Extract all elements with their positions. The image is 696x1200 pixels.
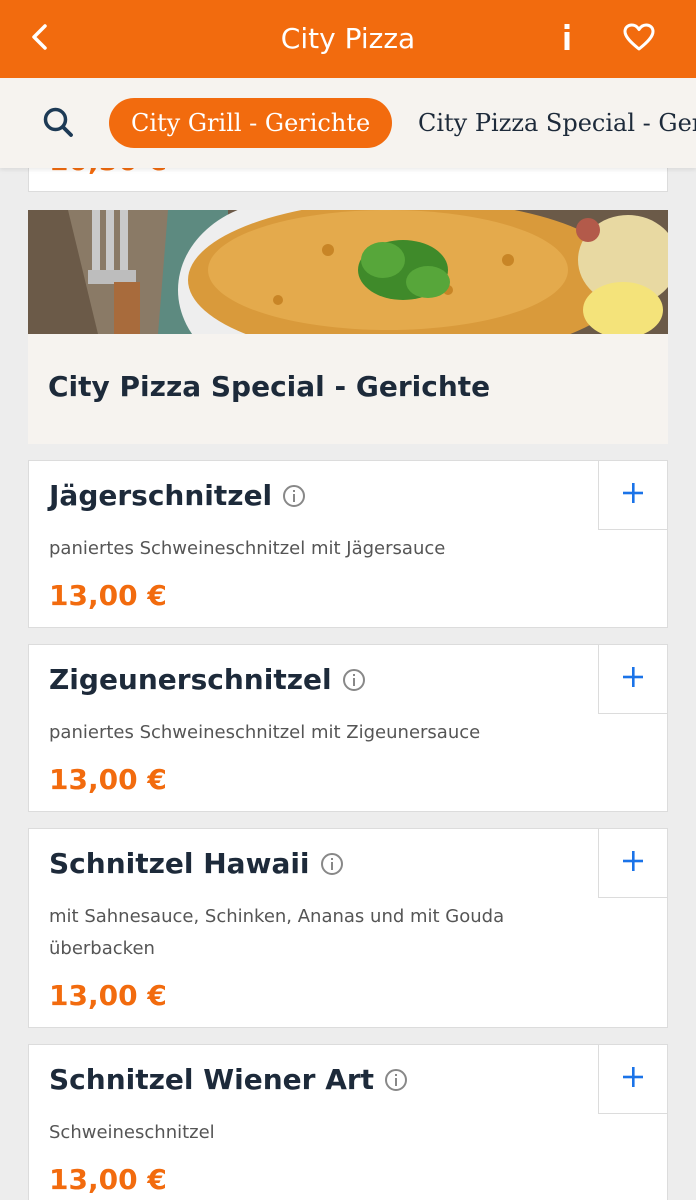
plus-icon [622, 850, 644, 876]
info-circle-icon[interactable] [342, 668, 366, 692]
item-price: 13,00 € [49, 763, 167, 796]
info-circle-icon[interactable] [384, 1068, 408, 1092]
info-icon [561, 22, 573, 56]
search-icon [42, 106, 74, 142]
info-circle-icon[interactable] [282, 484, 306, 508]
item-description: paniertes Schweineschnitzel mit Zigeuner… [49, 722, 481, 743]
page-title: City Pizza [280, 22, 416, 55]
category-tab-active[interactable]: City Grill - Gerichte [109, 98, 393, 148]
restaurant-info-button[interactable] [550, 20, 584, 58]
section-banner-image [28, 210, 668, 334]
item-price: 13,00 € [49, 579, 167, 612]
item-name: Zigeunerschnitzel [49, 663, 332, 696]
item-name: Schnitzel Hawaii [49, 847, 310, 880]
plus-icon [622, 482, 644, 508]
category-tab[interactable]: City Pizza Special - Gerichte [418, 98, 696, 148]
item-description: Schweineschnitzel [49, 1122, 215, 1143]
section-header: City Pizza Special - Gerichte [28, 210, 668, 444]
item-name: Schnitzel Wiener Art [49, 1063, 375, 1096]
favorite-button[interactable] [618, 20, 660, 58]
add-to-cart-button[interactable] [598, 828, 668, 898]
menu-item[interactable]: Zigeunerschnitzel paniertes Schweineschn… [28, 644, 668, 812]
item-description: paniertes Schweineschnitzel mit Jägersau… [49, 538, 446, 559]
menu-item[interactable]: Jägerschnitzel paniertes Schweineschnitz… [28, 460, 668, 628]
menu-item[interactable]: Schnitzel Hawaii mit Sahnesauce, Schinke… [28, 828, 668, 1028]
add-to-cart-button[interactable] [598, 460, 668, 530]
plus-icon [622, 666, 644, 692]
add-to-cart-button[interactable] [598, 644, 668, 714]
section-title: City Pizza Special - Gerichte [48, 370, 491, 403]
category-bar: City Grill - Gerichte City Pizza Special… [0, 78, 696, 168]
item-price: 13,00 € [49, 1163, 167, 1196]
search-button[interactable] [36, 102, 80, 146]
item-price: 13,00 € [49, 979, 167, 1012]
heart-icon [623, 23, 655, 55]
plus-icon [622, 1066, 644, 1092]
info-circle-icon[interactable] [320, 852, 344, 876]
add-to-cart-button[interactable] [598, 1044, 668, 1114]
menu-item[interactable]: Schnitzel Wiener Art Schweineschnitzel 1… [28, 1044, 668, 1200]
item-description: mit Sahnesauce, Schinken, Ananas und mit… [49, 906, 505, 959]
app-bar: City Pizza [0, 0, 696, 78]
item-name: Jägerschnitzel [49, 479, 273, 512]
